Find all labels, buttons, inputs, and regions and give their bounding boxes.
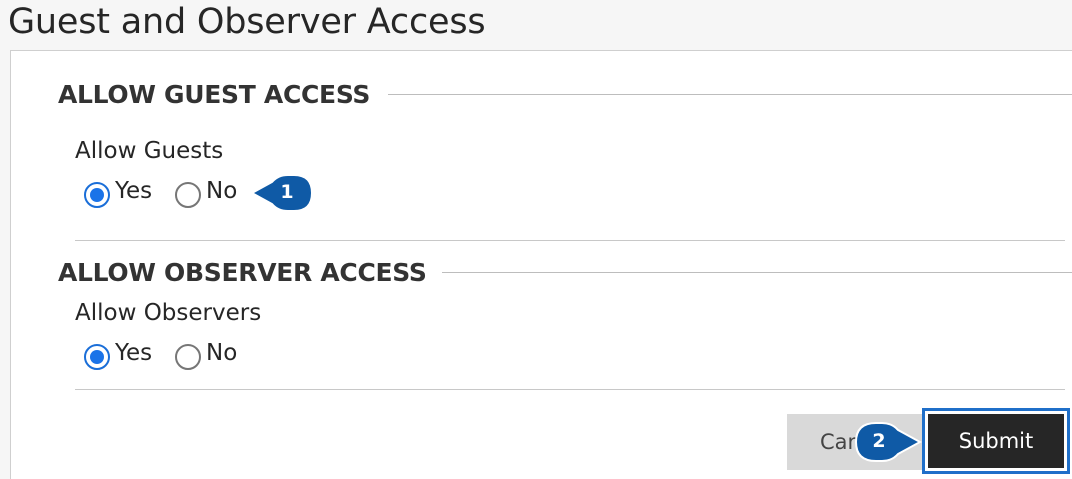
- guest-yes-radio[interactable]: [84, 182, 110, 208]
- allow-observers-label: Allow Observers: [75, 300, 262, 326]
- observer-yes-radio[interactable]: [84, 344, 110, 370]
- observer-section-divider: [75, 389, 1065, 390]
- guest-no-label: No: [206, 178, 238, 204]
- observer-no-label: No: [206, 340, 238, 366]
- guest-heading-rule: [388, 94, 1072, 95]
- guest-section-divider: [75, 240, 1065, 241]
- observer-heading-rule: [442, 272, 1072, 273]
- observer-section-heading: ALLOW OBSERVER ACCESS: [58, 258, 427, 287]
- guest-section-heading: ALLOW GUEST ACCESS: [58, 80, 371, 109]
- observer-no-radio[interactable]: [175, 344, 201, 370]
- callout-1-number: 1: [280, 181, 294, 203]
- submit-focus-ring: Submit: [922, 408, 1070, 474]
- callout-2-number: 2: [872, 430, 886, 452]
- allow-guests-label: Allow Guests: [75, 138, 224, 164]
- callout-1: 1: [250, 173, 316, 213]
- callout-2: 2: [852, 421, 922, 463]
- guest-no-radio[interactable]: [175, 182, 201, 208]
- page-title: Guest and Observer Access: [8, 2, 486, 42]
- observer-no-option[interactable]: No: [175, 336, 237, 370]
- observer-yes-label: Yes: [115, 340, 153, 366]
- guest-yes-label: Yes: [115, 178, 153, 204]
- submit-button[interactable]: Submit: [928, 414, 1064, 468]
- guest-yes-option[interactable]: Yes: [84, 174, 152, 208]
- observer-yes-option[interactable]: Yes: [84, 336, 152, 370]
- guest-no-option[interactable]: No: [175, 174, 237, 208]
